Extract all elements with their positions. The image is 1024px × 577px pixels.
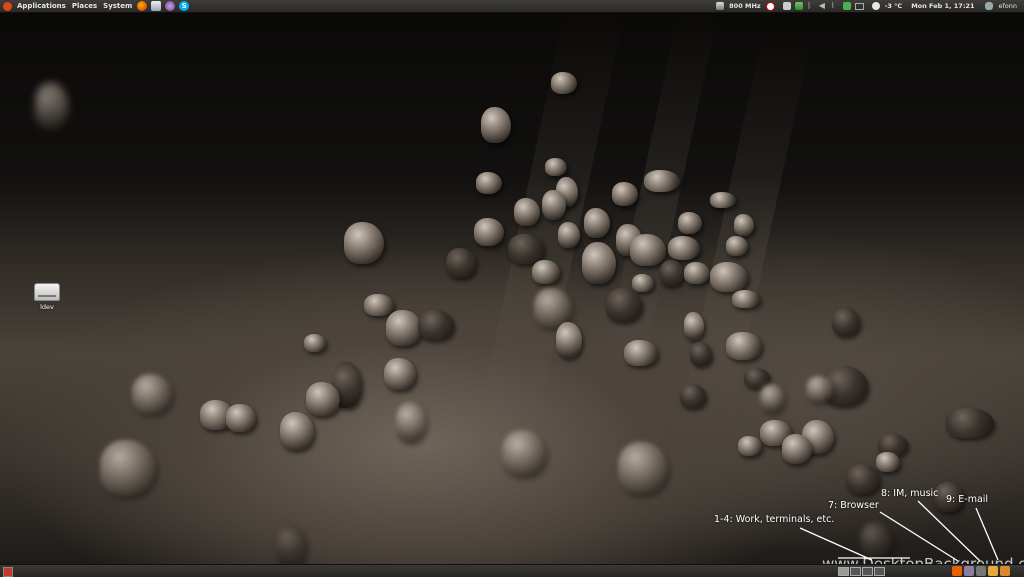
- desktop-icon-ldev[interactable]: ldev: [30, 283, 64, 311]
- menu-system[interactable]: System: [100, 0, 135, 12]
- menu-places[interactable]: Places: [69, 0, 100, 12]
- cpu-frequency-text: 800 MHz: [729, 2, 761, 10]
- no-entry-icon[interactable]: [765, 1, 775, 11]
- pidgin-icon[interactable]: [165, 1, 176, 11]
- drive-icon: [34, 283, 60, 301]
- menu-applications[interactable]: Applications: [14, 0, 69, 12]
- weather-temperature[interactable]: -3 °C: [882, 0, 906, 12]
- weather-cloud-icon[interactable]: [871, 2, 880, 10]
- workspace-app-tray: [952, 566, 1012, 576]
- im-workspace-icon[interactable]: [964, 566, 974, 576]
- workspace-2[interactable]: [850, 567, 861, 576]
- firefox-icon[interactable]: [137, 1, 148, 11]
- user-name[interactable]: efonn: [995, 0, 1020, 12]
- email-workspace-icon[interactable]: [988, 566, 998, 576]
- browser-workspace-icon[interactable]: [952, 566, 962, 576]
- annotation-email: 9: E-mail: [946, 494, 989, 505]
- system-tray: 800 MHz ᛒ ◀ ⌇ -3 °C Mon Feb 1, 17:21 efo…: [714, 0, 1024, 12]
- chat-status-icon[interactable]: [842, 2, 851, 10]
- ubuntu-logo-icon[interactable]: [3, 1, 12, 11]
- skype-icon[interactable]: S: [179, 1, 190, 11]
- workspace-4[interactable]: [874, 567, 885, 576]
- annotation-browser: 7: Browser: [828, 500, 879, 511]
- annotation-workspaces: 1-4: Work, terminals, etc.: [714, 514, 835, 525]
- workspace-1[interactable]: [838, 567, 849, 576]
- network-icon[interactable]: [794, 2, 803, 10]
- bottom-panel: [0, 564, 1024, 577]
- desktop-wallpaper: [0, 12, 1024, 564]
- workspace-3[interactable]: [862, 567, 873, 576]
- annotation-im: 8: IM, music: [881, 488, 939, 499]
- clipboard-icon[interactable]: [782, 2, 791, 10]
- cpu-frequency-icon[interactable]: [716, 2, 725, 10]
- volume-icon[interactable]: ◀: [819, 2, 827, 10]
- music-workspace-icon[interactable]: [976, 566, 986, 576]
- bluetooth-icon[interactable]: ᛒ: [807, 2, 815, 10]
- envelope-icon[interactable]: [854, 2, 864, 10]
- trash-icon[interactable]: [1000, 566, 1010, 576]
- workspace-switcher: [838, 567, 886, 576]
- main-menu: Applications Places System S: [0, 0, 191, 12]
- mail-icon[interactable]: [151, 1, 162, 11]
- top-panel: Applications Places System S 800 MHz ᛒ ◀…: [0, 0, 1024, 13]
- desktop-icon-label: ldev: [40, 303, 54, 311]
- clock[interactable]: Mon Feb 1, 17:21: [905, 0, 977, 12]
- wireless-icon[interactable]: ⌇: [831, 2, 839, 10]
- user-chat-icon[interactable]: [985, 2, 994, 10]
